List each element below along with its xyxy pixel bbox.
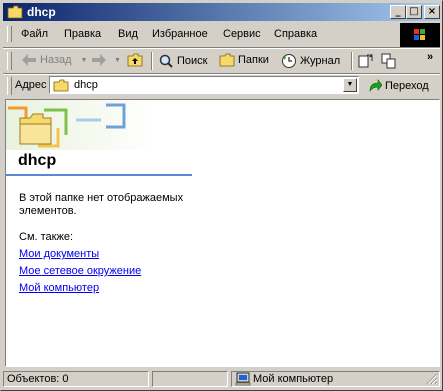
go-label: Переход [385, 80, 429, 92]
menu-view[interactable]: Вид [118, 28, 138, 40]
menu-bar: Файл Правка Вид Избранное Сервис Справка [3, 23, 398, 45]
title-divider [6, 174, 192, 176]
folder-icon [7, 5, 23, 19]
address-bar: Адрес dhcp ▼ Переход [3, 75, 440, 97]
status-empty-panel [152, 371, 228, 387]
link-my-documents[interactable]: Мои документы [19, 248, 99, 260]
empty-folder-message: В этой папке нет отображаемых элементов. [19, 192, 184, 217]
toolbar-separator [351, 52, 353, 70]
status-objects: Объектов: 0 [7, 373, 69, 385]
windows-flag-icon [414, 29, 425, 40]
folder-icon [53, 79, 69, 92]
maximize-button[interactable]: □ [406, 5, 422, 19]
move-to-icon [358, 54, 373, 68]
back-arrow-icon [22, 54, 36, 66]
menu-edit[interactable]: Правка [64, 28, 101, 40]
status-objects-panel: Объектов: 0 [3, 371, 149, 387]
toolbar-grip[interactable] [7, 52, 12, 70]
folder-banner-graphic [6, 100, 156, 150]
back-button[interactable]: Назад ▼ [21, 53, 87, 67]
address-label: Адрес [15, 79, 47, 91]
forward-dropdown-icon[interactable]: ▼ [114, 57, 121, 64]
see-also-label: См. также: [19, 231, 73, 243]
link-my-computer[interactable]: Мой компьютер [19, 282, 99, 294]
folder-up-icon [127, 53, 143, 67]
resize-grip-icon[interactable] [426, 373, 438, 385]
computer-icon [235, 372, 251, 386]
back-label: Назад [40, 54, 72, 66]
menu-grip[interactable] [7, 26, 12, 42]
address-dropdown-button[interactable]: ▼ [343, 78, 357, 92]
search-label: Поиск [177, 55, 208, 67]
link-my-network-places[interactable]: Мое сетевое окружение [19, 265, 141, 277]
go-button[interactable]: Переход [368, 79, 429, 93]
menu-favorites[interactable]: Избранное [152, 28, 208, 40]
up-button[interactable] [127, 53, 143, 67]
forward-arrow-icon [92, 54, 106, 66]
folders-label: Папки [238, 54, 269, 66]
go-arrow-icon [369, 79, 382, 92]
menu-help[interactable]: Справка [274, 28, 317, 40]
search-button[interactable]: Поиск [158, 53, 207, 69]
folders-icon [219, 53, 235, 67]
content-pane[interactable]: dhcp В этой папке нет отображаемых элеме… [5, 99, 440, 367]
back-dropdown-icon[interactable]: ▼ [81, 57, 88, 64]
menu-tools[interactable]: Сервис [223, 28, 261, 40]
history-label: Журнал [300, 55, 341, 67]
history-icon [282, 54, 296, 68]
address-grip[interactable] [7, 77, 12, 95]
copy-to-icon [381, 53, 396, 69]
history-button[interactable]: Журнал [281, 53, 340, 69]
folder-title: dhcp [18, 152, 57, 169]
status-location-panel: Мой компьютер [231, 371, 440, 387]
close-button[interactable]: × [424, 5, 440, 19]
search-icon [159, 54, 173, 68]
windows-logo [400, 23, 440, 47]
menu-file[interactable]: Файл [21, 28, 48, 40]
toolbar-overflow-icon[interactable]: » [427, 51, 433, 63]
title-bar[interactable]: dhcp _ □ × [3, 3, 440, 21]
window-title: dhcp [27, 5, 56, 19]
standard-toolbar: Назад ▼ ▼ Поиск Папки Журнал » [3, 49, 440, 73]
forward-button[interactable]: ▼ [91, 53, 121, 67]
status-bar: Объектов: 0 Мой компьютер [3, 370, 440, 388]
address-value: dhcp [74, 79, 98, 91]
address-input[interactable]: dhcp ▼ [49, 76, 359, 94]
copy-to-button[interactable] [381, 53, 397, 69]
move-to-button[interactable] [358, 53, 374, 69]
explorer-window: dhcp _ □ × Файл Правка Вид Избранное Сер… [0, 0, 443, 391]
folders-button[interactable]: Папки [219, 53, 269, 67]
minimize-button[interactable]: _ [390, 5, 406, 19]
status-location: Мой компьютер [253, 373, 334, 385]
toolbar-separator [151, 52, 153, 70]
